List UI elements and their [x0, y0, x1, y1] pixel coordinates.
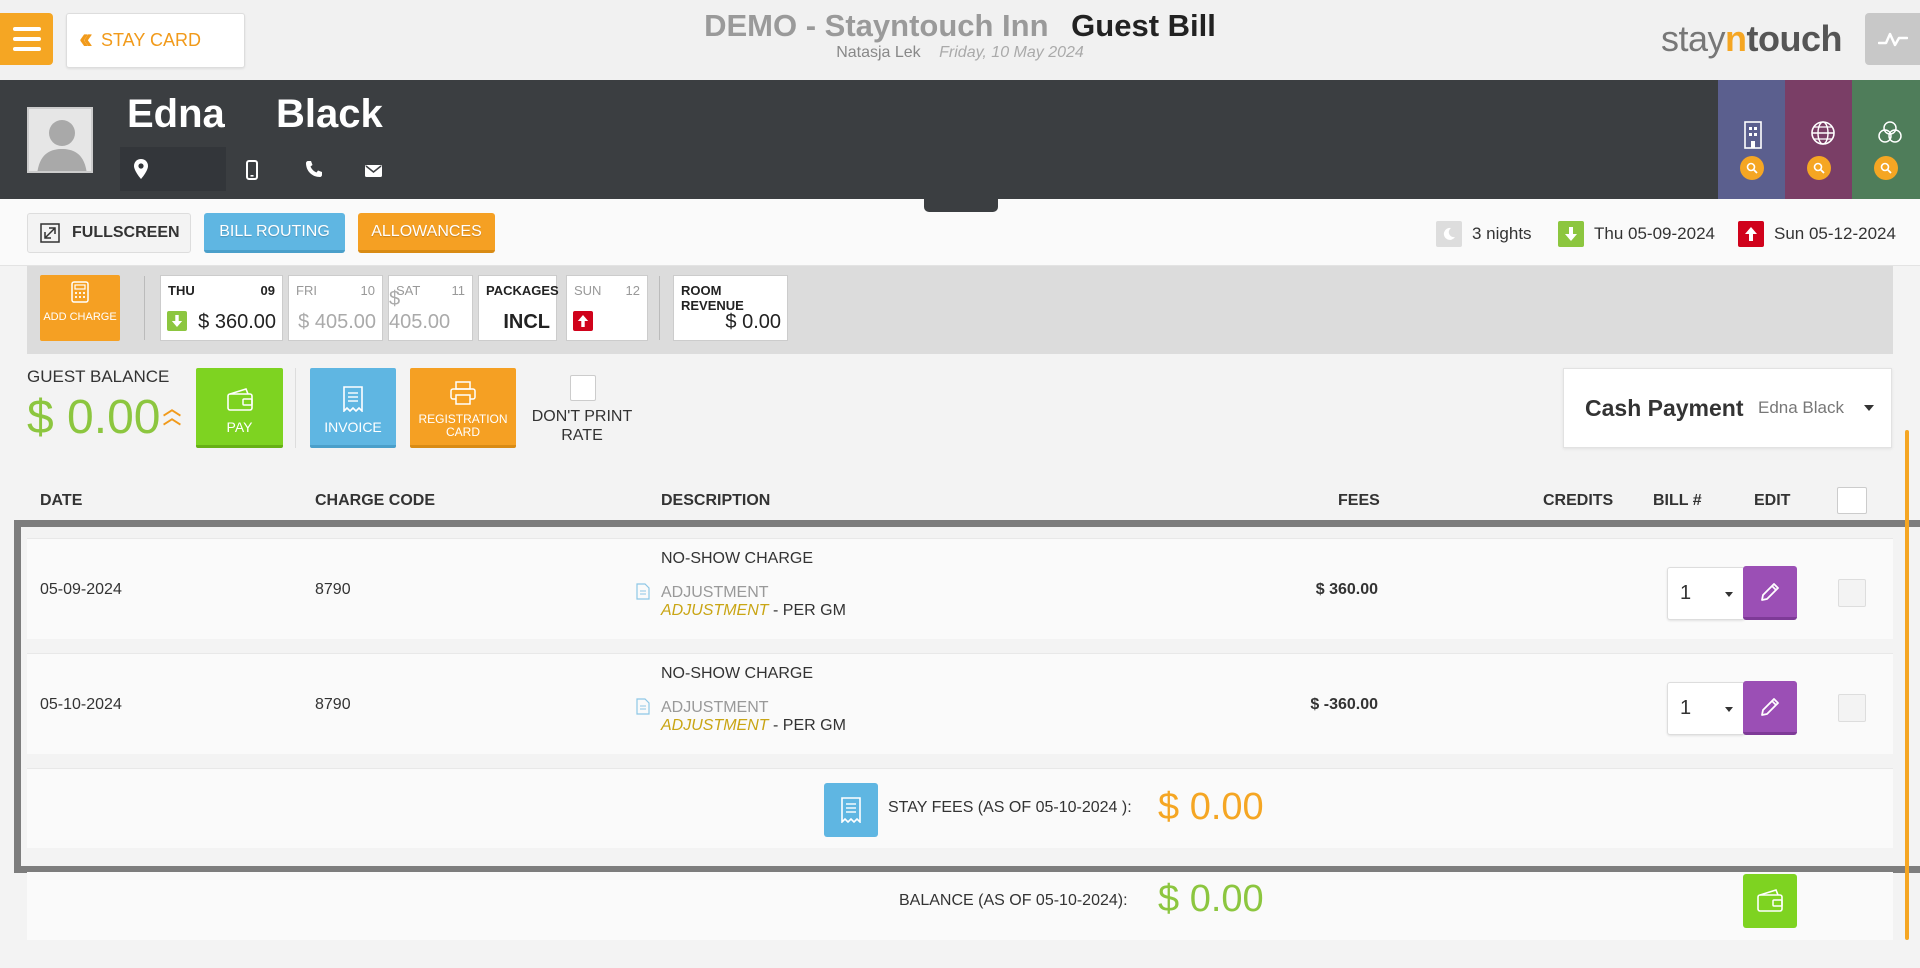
arrival-arrow-icon	[1558, 221, 1584, 247]
moon-icon	[1436, 221, 1462, 247]
arrival-date: Thu 05-09-2024	[1594, 224, 1715, 243]
divider	[295, 368, 296, 448]
search-icon[interactable]	[1740, 156, 1764, 180]
dont-print-rate-checkbox[interactable]	[570, 375, 596, 401]
map-pin-icon	[134, 159, 148, 179]
wallet-icon	[226, 388, 253, 411]
room-revenue-value: $ 0.00	[725, 311, 781, 333]
invoice-button[interactable]: INVOICE	[310, 368, 396, 448]
day-rate: $ 360.00	[198, 311, 276, 333]
fullscreen-label: FULLSCREEN	[72, 224, 180, 241]
group-card-tab[interactable]	[1852, 80, 1920, 199]
balance-label: BALANCE (AS OF 05-10-2024):	[899, 892, 1128, 909]
guest-last-name[interactable]: Black	[276, 92, 383, 137]
guest-balance-value: $ 0.00	[27, 391, 161, 444]
phone-icon[interactable]	[305, 160, 323, 183]
stayntouch-logo: stayntouch	[1661, 18, 1843, 59]
guest-location[interactable]	[120, 147, 226, 191]
payment-method-selector[interactable]: Cash Payment Edna Black	[1563, 368, 1892, 448]
search-icon[interactable]	[1874, 156, 1898, 180]
bill-window-frame	[14, 520, 1920, 873]
dont-print-rate-label: DON'T PRINT RATE	[531, 408, 633, 444]
payment-type: Cash Payment	[1585, 395, 1744, 421]
pulse-icon	[1877, 32, 1908, 47]
calendar-day-sun[interactable]: SUN 12	[566, 275, 648, 341]
mobile-phone-icon[interactable]	[246, 160, 258, 185]
caret-down-icon	[1864, 405, 1874, 411]
activity-log-button[interactable]	[1865, 13, 1920, 65]
departure-info: Sun 05-12-2024	[1738, 221, 1896, 247]
divider	[659, 276, 660, 340]
add-charge-label: ADD CHARGE	[43, 311, 117, 323]
column-header-date: DATE	[40, 492, 83, 509]
departure-date: Sun 05-12-2024	[1774, 224, 1896, 243]
balance-pay-button[interactable]	[1743, 874, 1797, 928]
pay-button[interactable]: PAY	[196, 368, 283, 448]
invoice-label: INVOICE	[324, 419, 382, 435]
person-silhouette-icon	[37, 120, 87, 171]
select-all-checkbox[interactable]	[1837, 487, 1867, 514]
guest-avatar[interactable]	[27, 107, 93, 173]
balance-row: BALANCE (AS OF 05-10-2024): $ 0.00	[27, 872, 1893, 940]
circles-icon	[1878, 121, 1902, 143]
departure-arrow-icon	[1738, 221, 1764, 247]
column-header-edit: EDIT	[1754, 492, 1791, 509]
allowances-button[interactable]: ALLOWANCES	[358, 213, 495, 253]
expand-icon	[40, 223, 60, 243]
column-header-bill-number: BILL #	[1653, 492, 1702, 509]
column-header-credits: CREDITS	[1543, 492, 1614, 509]
globe-icon	[1811, 121, 1835, 145]
calendar-day-fri[interactable]: FRI 10 $ 405.00	[288, 275, 383, 341]
arrival-arrow-icon	[167, 311, 187, 331]
fullscreen-button[interactable]: FULLSCREEN	[27, 213, 191, 253]
pay-label: PAY	[226, 419, 253, 435]
page-title: Guest Bill	[1071, 8, 1216, 43]
wallet-icon	[1757, 889, 1783, 912]
calendar-day-thu[interactable]: THU 09 $ 360.00	[160, 275, 283, 341]
calculator-icon	[71, 281, 89, 303]
page-header: DEMO - Stayntouch Inn Guest Bill Natasja…	[0, 8, 1920, 62]
bill-routing-button[interactable]: BILL ROUTING	[204, 213, 345, 253]
calendar-day-sat[interactable]: SAT 11 $ 405.00	[388, 275, 473, 341]
receipt-icon	[343, 386, 363, 412]
guest-balance-label: GUEST BALANCE	[27, 367, 170, 386]
printer-icon	[450, 381, 476, 405]
day-rate: $ 405.00	[298, 311, 376, 333]
user-name: Natasja Lek	[836, 44, 921, 61]
registration-card-button[interactable]: REGISTRATION CARD	[410, 368, 516, 448]
nights-count: 3 nights	[1472, 224, 1532, 243]
column-header-charge-code: CHARGE CODE	[315, 492, 436, 509]
calendar-packages[interactable]: PACKAGES INCL	[478, 275, 559, 341]
scrollbar[interactable]	[1905, 430, 1909, 940]
header-drawer-handle[interactable]	[924, 199, 998, 212]
day-rate: $ 405.00	[389, 288, 451, 333]
double-chevron-up-icon[interactable]: ︿ ︿	[163, 400, 181, 427]
building-icon	[1744, 121, 1762, 149]
arrival-info: Thu 05-09-2024	[1558, 221, 1715, 247]
registration-card-label: REGISTRATION CARD	[418, 412, 508, 439]
room-revenue-card: ROOM REVENUE $ 0.00	[673, 275, 788, 341]
nights-info: 3 nights	[1436, 221, 1532, 247]
divider	[144, 276, 145, 340]
top-bar: ‹‹ STAY CARD DEMO - Stayntouch Inn Guest…	[0, 0, 1920, 80]
column-header-fees: FEES	[1338, 492, 1380, 509]
hotel-name: DEMO - Stayntouch Inn	[704, 8, 1049, 43]
business-date: Friday, 10 May 2024	[939, 44, 1084, 61]
guest-header: Edna Black	[0, 80, 1920, 199]
email-icon[interactable]	[365, 164, 382, 182]
guest-first-name[interactable]: Edna	[127, 92, 225, 137]
company-card-tab[interactable]	[1718, 80, 1785, 199]
column-header-description: DESCRIPTION	[661, 492, 771, 509]
search-icon[interactable]	[1807, 156, 1831, 180]
balance-value: $ 0.00	[1158, 878, 1264, 920]
add-charge-button[interactable]: ADD CHARGE	[40, 275, 120, 341]
packages-value: INCL	[503, 311, 550, 333]
departure-arrow-icon	[573, 311, 593, 331]
payment-guest-name: Edna Black	[1758, 398, 1844, 417]
stay-calendar-strip: ADD CHARGE THU 09 $ 360.00 FRI 10 $ 405.…	[27, 266, 1893, 354]
travel-agent-card-tab[interactable]	[1785, 80, 1852, 199]
